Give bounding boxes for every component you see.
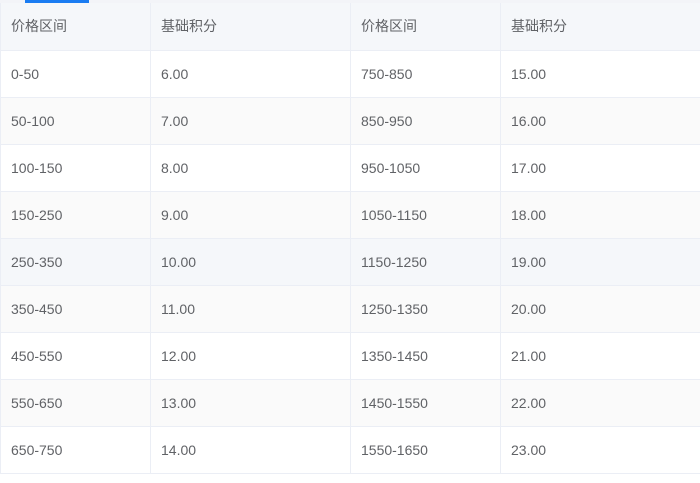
table-row: 250-350 10.00 1150-1250 19.00 (0, 238, 700, 286)
base-points-cell: 19.00 (500, 238, 700, 286)
base-points-cell: 7.00 (150, 97, 351, 145)
base-points-cell: 15.00 (500, 50, 700, 98)
table-row: 550-650 13.00 1450-1550 22.00 (0, 379, 700, 427)
base-points-cell: 8.00 (150, 144, 351, 192)
table-row: 650-750 14.00 1550-1650 23.00 (0, 426, 700, 474)
price-range-cell: 350-450 (0, 285, 151, 333)
base-points-cell: 6.00 (150, 50, 351, 98)
base-points-cell: 23.00 (500, 426, 700, 474)
base-points-cell: 9.00 (150, 191, 351, 239)
base-points-cell: 14.00 (150, 426, 351, 474)
price-range-cell: 750-850 (350, 50, 501, 98)
base-points-cell: 21.00 (500, 332, 700, 380)
price-range-cell: 100-150 (0, 144, 151, 192)
table-row: 50-100 7.00 850-950 16.00 (0, 97, 700, 145)
price-range-cell: 1450-1550 (350, 379, 501, 427)
base-points-cell: 10.00 (150, 238, 351, 286)
base-points-cell: 18.00 (500, 191, 700, 239)
base-points-cell: 13.00 (150, 379, 351, 427)
base-points-cell: 17.00 (500, 144, 700, 192)
base-points-cell: 16.00 (500, 97, 700, 145)
header-price-range: 价格区间 (350, 3, 501, 51)
header-price-range: 价格区间 (0, 3, 151, 51)
price-range-cell: 1150-1250 (350, 238, 501, 286)
price-range-cell: 450-550 (0, 332, 151, 380)
price-range-cell: 250-350 (0, 238, 151, 286)
header-base-points: 基础积分 (150, 3, 351, 51)
price-range-cell: 550-650 (0, 379, 151, 427)
points-table: 价格区间 基础积分 价格区间 基础积分 0-50 6.00 750-850 15… (0, 3, 700, 474)
base-points-cell: 12.00 (150, 332, 351, 380)
price-range-cell: 150-250 (0, 191, 151, 239)
table-row: 350-450 11.00 1250-1350 20.00 (0, 285, 700, 333)
price-range-cell: 850-950 (350, 97, 501, 145)
price-range-cell: 50-100 (0, 97, 151, 145)
table-row: 100-150 8.00 950-1050 17.00 (0, 144, 700, 192)
page: 价格区间 基础积分 价格区间 基础积分 0-50 6.00 750-850 15… (0, 0, 700, 483)
table-header-row: 价格区间 基础积分 价格区间 基础积分 (0, 3, 700, 51)
table-row: 150-250 9.00 1050-1150 18.00 (0, 191, 700, 239)
base-points-cell: 20.00 (500, 285, 700, 333)
table-row: 0-50 6.00 750-850 15.00 (0, 50, 700, 98)
price-range-cell: 1350-1450 (350, 332, 501, 380)
table-row: 450-550 12.00 1350-1450 21.00 (0, 332, 700, 380)
price-range-cell: 0-50 (0, 50, 151, 98)
price-range-cell: 1050-1150 (350, 191, 501, 239)
base-points-cell: 11.00 (150, 285, 351, 333)
base-points-cell: 22.00 (500, 379, 700, 427)
price-range-cell: 1550-1650 (350, 426, 501, 474)
price-range-cell: 1250-1350 (350, 285, 501, 333)
price-range-cell: 650-750 (0, 426, 151, 474)
header-base-points: 基础积分 (500, 3, 700, 51)
price-range-cell: 950-1050 (350, 144, 501, 192)
